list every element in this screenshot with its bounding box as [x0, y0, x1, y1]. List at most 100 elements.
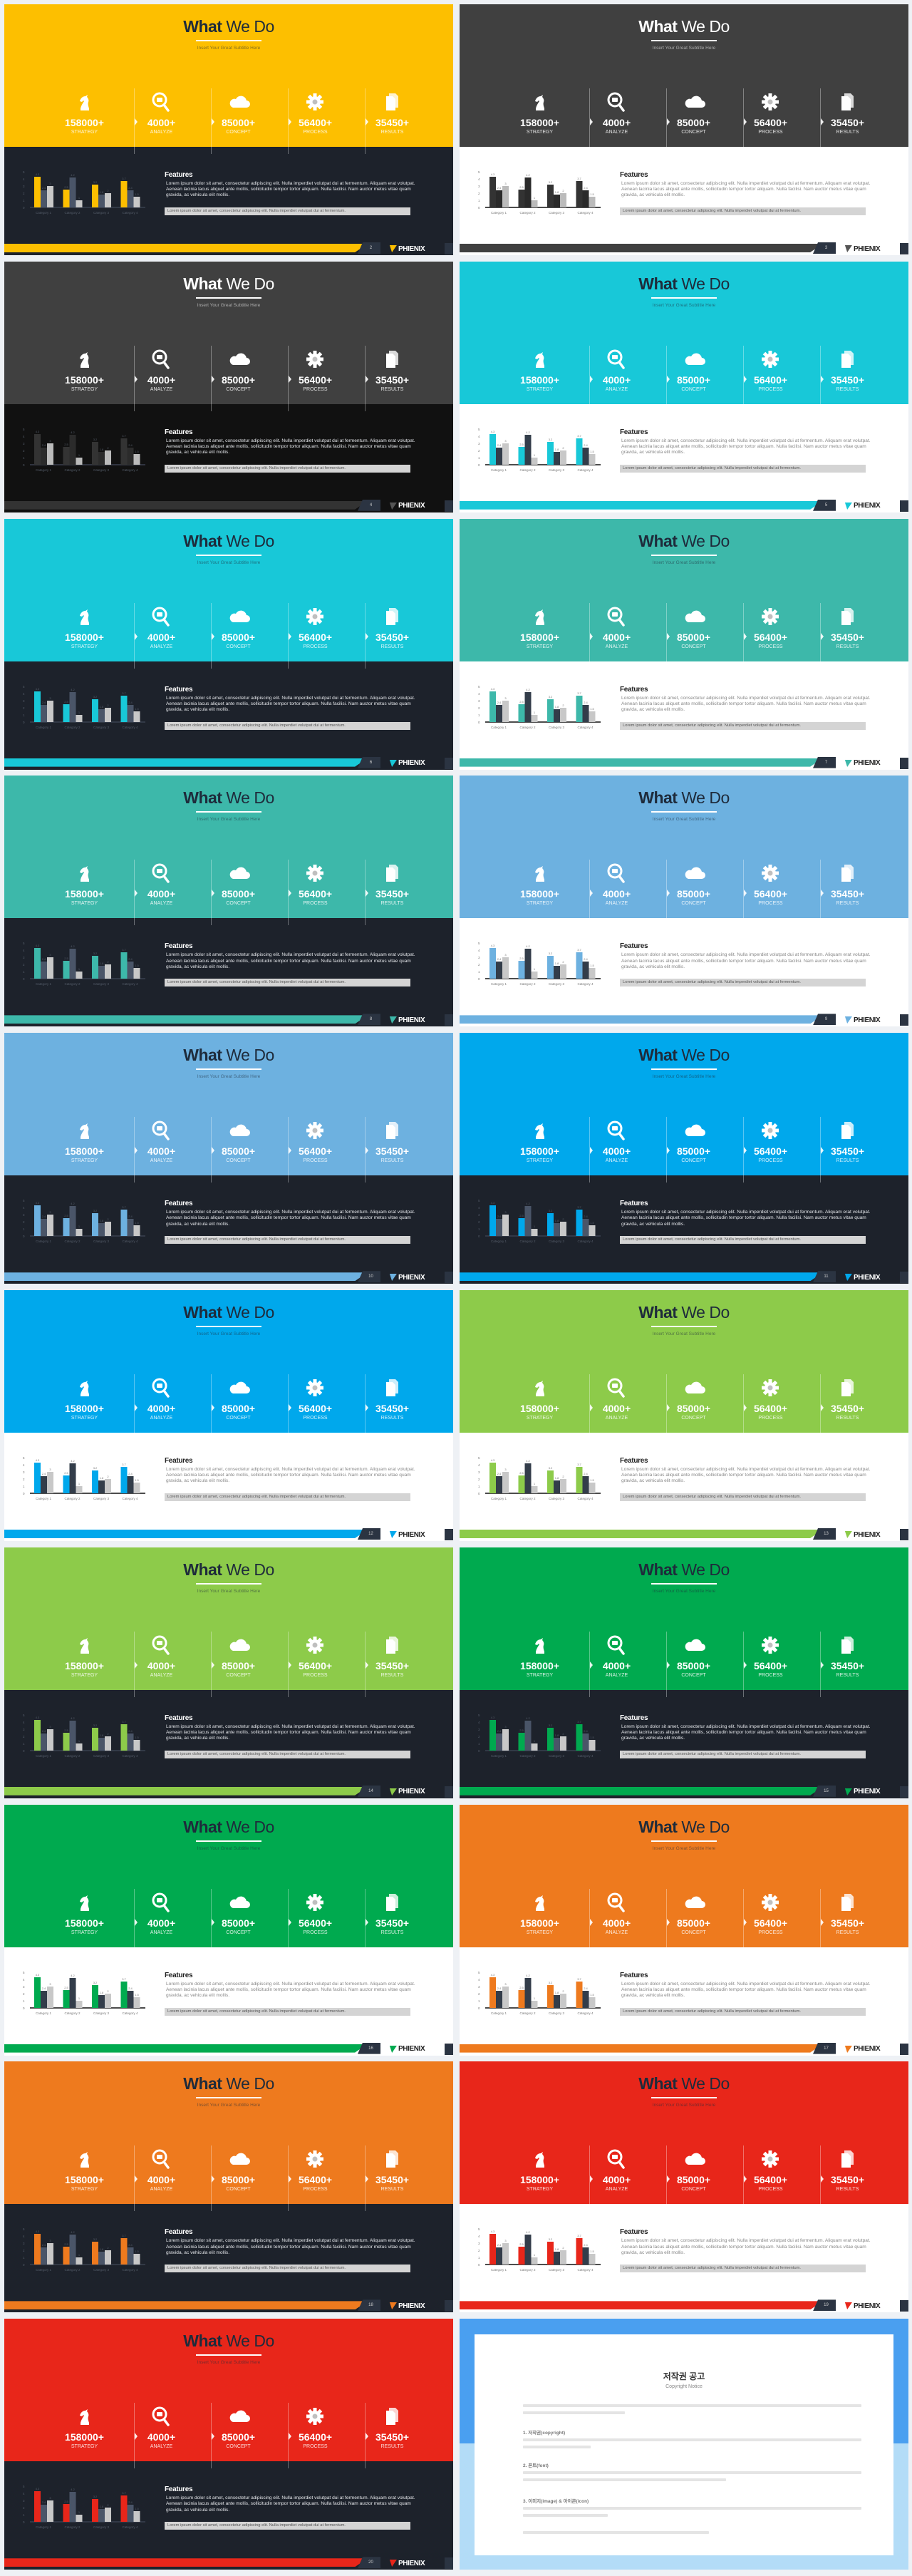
data-label: 4.3: [36, 430, 40, 433]
slide[interactable]: What We Do Insert Your Great Subtitle He…: [460, 2061, 908, 2313]
stat-value: 56400+: [298, 2174, 333, 2186]
data-label: 4.2: [526, 173, 530, 177]
slide[interactable]: What We Do Insert Your Great Subtitle He…: [4, 2061, 453, 2313]
title-underline: [196, 1582, 261, 1585]
slide[interactable]: What We Do Insert Your Great Subtitle He…: [460, 518, 908, 770]
bar: [524, 949, 532, 979]
bar: [589, 1739, 596, 1751]
data-label: 2.4: [42, 1472, 46, 1475]
data-label: 2.4: [584, 1729, 588, 1733]
slide[interactable]: What We Do Insert Your Great Subtitle He…: [460, 776, 908, 1027]
slide[interactable]: What We Do Insert Your Great Subtitle He…: [4, 1804, 453, 2056]
slide[interactable]: What We Do Insert Your Great Subtitle He…: [460, 1547, 908, 1798]
bar: [41, 1733, 47, 1751]
bar: [120, 1724, 128, 1751]
bar: [547, 441, 554, 465]
stat-label: STRATEGY: [526, 386, 554, 392]
bar: [63, 704, 70, 722]
data-label: 3: [504, 1982, 507, 1986]
data-label: 2.5: [519, 1214, 524, 1217]
slide[interactable]: What We Do Insert Your Great Subtitle He…: [4, 1033, 453, 1284]
stat-label: PROCESS: [303, 1416, 328, 1421]
bar: [560, 193, 566, 207]
logo-triangle-icon: [388, 2302, 397, 2310]
stat-concept: 85000+ CONCEPT: [197, 1876, 279, 1944]
gear-icon: [304, 2148, 326, 2170]
stat-concept: 85000+ CONCEPT: [197, 1104, 279, 1172]
features-text: Lorem ipsum dolor sit amet, consectetur …: [621, 1724, 871, 1741]
slide[interactable]: What We Do Insert Your Great Subtitle He…: [4, 518, 453, 770]
stat-label: ANALYZE: [150, 2187, 173, 2193]
footer-square: [445, 1272, 453, 1284]
data-label: 2.4: [497, 2243, 502, 2247]
y-tick-label: 3: [23, 185, 25, 188]
data-label: 1.5: [135, 707, 139, 711]
category-label: Category 1: [491, 211, 507, 215]
slide[interactable]: What We Do Insert Your Great Subtitle He…: [460, 1033, 908, 1284]
copyright-slide[interactable]: 저작권 공고 Copyright Notice 1. 저작권(copyright…: [460, 2319, 908, 2570]
magnifier-icon: [150, 862, 172, 884]
stat-value: 56400+: [298, 1659, 333, 1671]
magnifier-icon: [606, 349, 627, 370]
bar: [41, 704, 47, 722]
slide[interactable]: What We Do Insert Your Great Subtitle He…: [4, 1290, 453, 1541]
bar-chart: 0123454.32.43Category 12.54.21Category 2…: [23, 942, 145, 986]
slide[interactable]: What We Do Insert Your Great Subtitle He…: [460, 261, 908, 512]
title-underline: [651, 1068, 717, 1071]
slide[interactable]: What We Do Insert Your Great Subtitle He…: [4, 776, 453, 1027]
slide[interactable]: What We Do Insert Your Great Subtitle He…: [460, 1290, 908, 1541]
slide-subtitle: Insert Your Great Subtitle Here: [652, 1074, 716, 1080]
features-text: Lorem ipsum dolor sit amet, consectetur …: [166, 695, 415, 712]
y-tick-label: 0: [478, 977, 480, 981]
slide[interactable]: What We Do Insert Your Great Subtitle He…: [4, 4, 453, 255]
logo-triangle-icon: [388, 1016, 397, 1024]
slide[interactable]: What We Do Insert Your Great Subtitle He…: [460, 1804, 908, 2056]
data-label: 2.4: [497, 1987, 502, 1990]
copyright-intro: [523, 2404, 861, 2418]
stat-results: 35450+ RESULTS: [807, 1361, 888, 1429]
stat-value: 56400+: [298, 117, 333, 128]
y-tick-label: 4: [478, 435, 480, 438]
data-label: 1: [534, 453, 536, 457]
bar: [63, 2504, 70, 2523]
bar: [133, 197, 140, 207]
bar: [34, 1463, 41, 1493]
features-title: Features: [620, 171, 648, 179]
data-label: 4.3: [36, 2230, 40, 2233]
stat-value: 56400+: [753, 117, 788, 128]
document-icon: [381, 349, 403, 370]
y-tick-label: 3: [23, 1213, 25, 1217]
bar: [489, 1719, 496, 1751]
category-label: Category 2: [64, 2268, 81, 2272]
data-label: 2.5: [64, 957, 68, 960]
slide[interactable]: What We Do Insert Your Great Subtitle He…: [4, 1547, 453, 1798]
stat-strategy: 158000+ STRATEGY: [499, 1361, 581, 1429]
y-tick-label: 1: [478, 2256, 480, 2260]
slide-title: What We Do: [638, 531, 730, 550]
data-label: 4.3: [491, 172, 495, 176]
bar-chart: 0123454.32.43Category 12.54.21Category 2…: [23, 1971, 145, 2015]
bar: [496, 962, 502, 979]
stat-results: 35450+ RESULTS: [807, 1619, 888, 1686]
slide[interactable]: What We Do Insert Your Great Subtitle He…: [4, 2319, 453, 2570]
stat-value: 85000+: [676, 373, 711, 386]
bar: [63, 1218, 70, 1237]
stat-label: RESULTS: [380, 901, 404, 907]
stat-results: 35450+ RESULTS: [807, 76, 888, 143]
stat-label: RESULTS: [836, 1672, 859, 1678]
stat-value: 35450+: [830, 1403, 865, 1414]
slide[interactable]: What We Do Insert Your Great Subtitle He…: [4, 261, 453, 512]
stat-label: CONCEPT: [681, 1930, 706, 1935]
bar: [120, 181, 128, 207]
bar: [547, 1727, 554, 1751]
stat-label: PROCESS: [303, 901, 328, 907]
data-label: 4.3: [36, 944, 40, 947]
category-label: Category 2: [64, 211, 81, 215]
y-tick-label: 5: [478, 685, 480, 689]
logo-triangle-icon: [844, 245, 852, 252]
bar: [120, 2238, 128, 2265]
data-label: 1.5: [135, 1221, 139, 1225]
slide[interactable]: What We Do Insert Your Great Subtitle He…: [460, 4, 908, 255]
data-label: 3: [504, 2239, 507, 2242]
stat-label: ANALYZE: [150, 130, 173, 135]
